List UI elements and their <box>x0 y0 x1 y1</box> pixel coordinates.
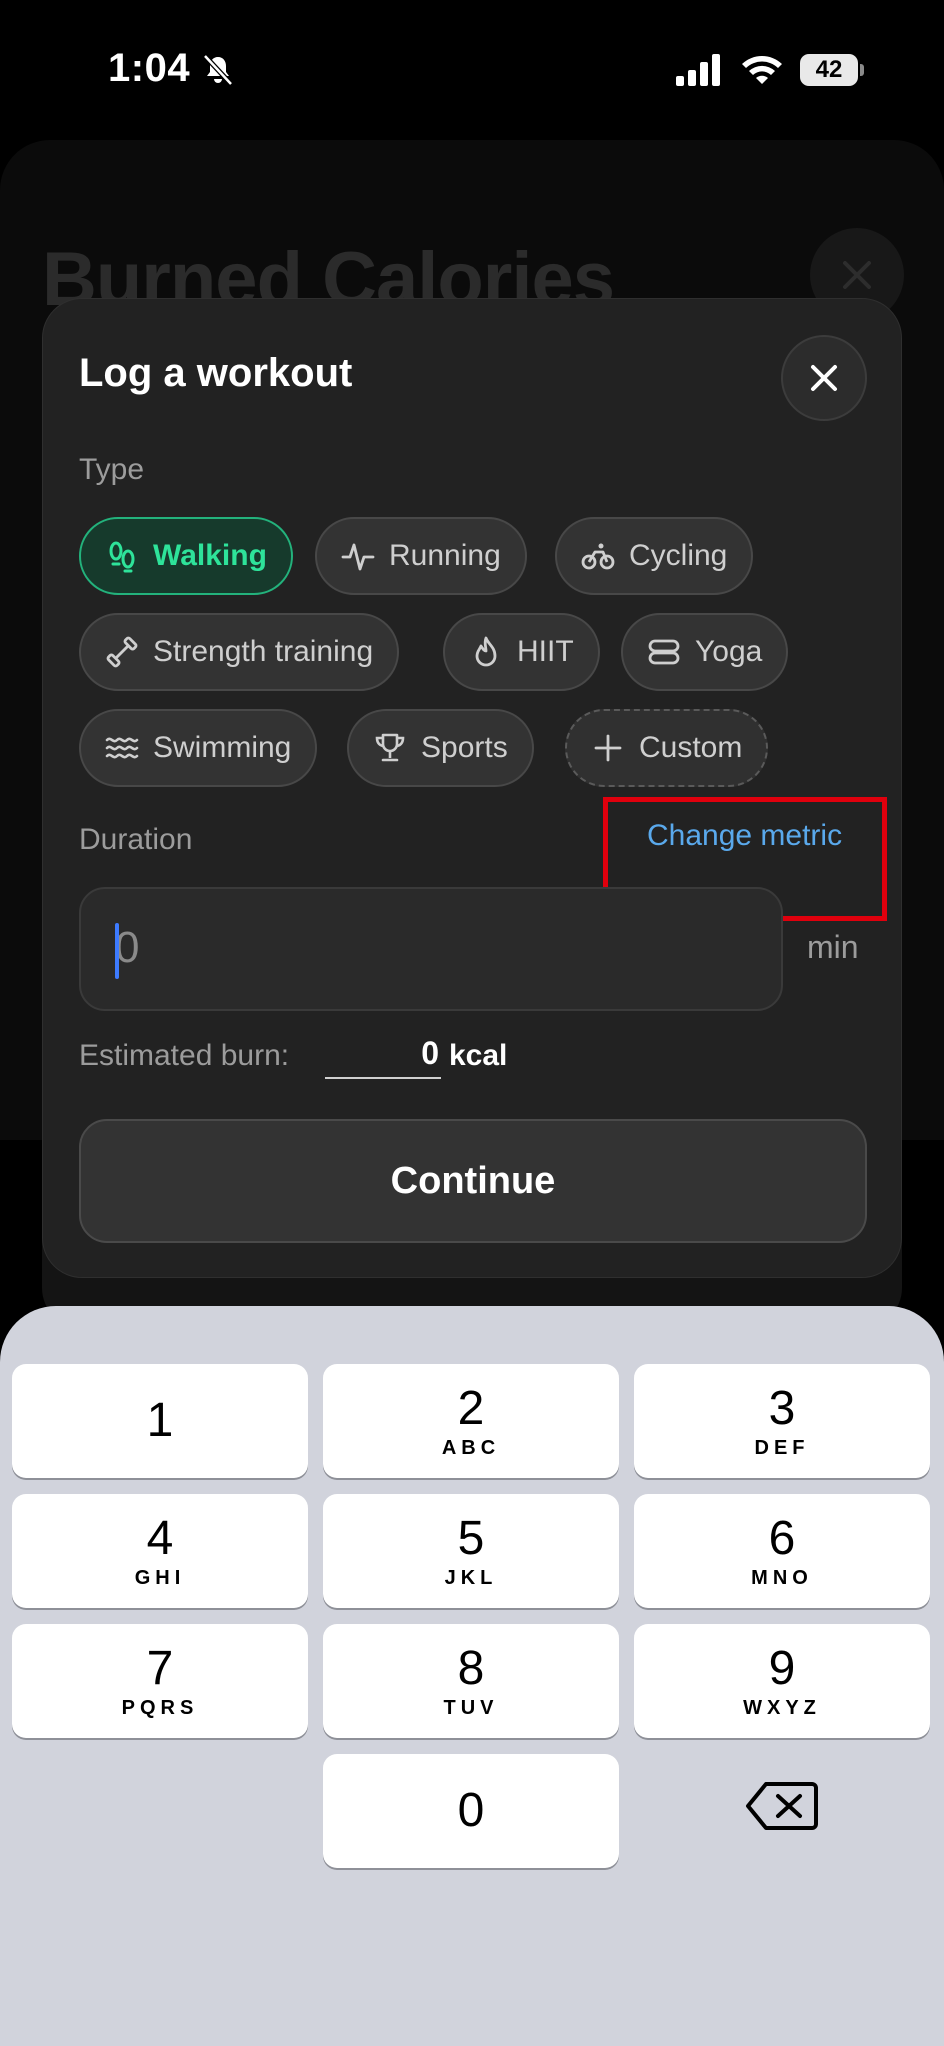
cellular-signal-icon <box>676 54 720 86</box>
bell-muted-icon <box>203 54 233 86</box>
key-letters: WXYZ <box>743 1696 821 1719</box>
key-letters: DEF <box>754 1436 810 1459</box>
plus-icon <box>594 734 622 762</box>
modal-title: Log a workout <box>79 351 353 395</box>
key-digit: 2 <box>457 1381 485 1435</box>
key-letters: MNO <box>751 1566 813 1589</box>
key-5[interactable]: 5 JKL <box>323 1494 619 1608</box>
close-icon <box>843 261 871 289</box>
key-digit: 0 <box>457 1784 485 1837</box>
key-letters: ABC <box>441 1436 501 1459</box>
backspace-icon[interactable] <box>744 1778 820 1834</box>
key-9[interactable]: 9 WXYZ <box>634 1624 930 1738</box>
chip-label: Custom <box>639 731 743 764</box>
chip-yoga[interactable]: Yoga <box>621 613 789 691</box>
screen: 1:04 42 Burned Calories Log a workout Ty… <box>0 0 944 2046</box>
estimated-burn-value: 0 <box>325 1035 441 1079</box>
key-digit: 9 <box>768 1641 796 1695</box>
key-0[interactable]: 0 <box>323 1754 619 1868</box>
key-letters: TUV <box>443 1696 499 1719</box>
chip-sports[interactable]: Sports <box>347 709 534 787</box>
key-2[interactable]: 2 ABC <box>323 1364 619 1478</box>
numeric-keypad: 1 2 ABC 3 DEF 4 GHI 5 JKL 6 MNO 7 PQRS 8… <box>0 1306 944 2046</box>
key-8[interactable]: 8 TUV <box>323 1624 619 1738</box>
chip-label: Walking <box>153 539 267 572</box>
trophy-icon <box>375 733 405 762</box>
status-bar: 1:04 42 <box>0 0 944 140</box>
key-digit: 5 <box>457 1511 485 1565</box>
waves-icon <box>105 737 139 759</box>
chip-label: Cycling <box>629 539 728 572</box>
key-digit: 1 <box>146 1394 174 1447</box>
key-digit: 7 <box>146 1641 174 1695</box>
type-label: Type <box>79 453 145 486</box>
key-letters: PQRS <box>121 1696 199 1719</box>
key-digit: 3 <box>768 1381 796 1435</box>
pulse-icon <box>341 543 375 571</box>
key-digit: 4 <box>146 1511 174 1565</box>
log-workout-modal: Log a workout Type Walking Running Cycli… <box>42 298 902 1278</box>
chip-label: Strength training <box>153 635 374 668</box>
chip-running[interactable]: Running <box>315 517 527 595</box>
bicycle-icon <box>581 543 615 570</box>
battery-icon: 42 <box>800 54 864 86</box>
key-letters: JKL <box>444 1566 498 1589</box>
key-letters: GHI <box>134 1566 186 1589</box>
chip-walking[interactable]: Walking <box>79 517 293 595</box>
dumbbell-icon <box>106 636 138 668</box>
chip-label: Running <box>389 539 501 572</box>
chip-label: Yoga <box>695 635 763 668</box>
chip-hiit[interactable]: HIIT <box>443 613 600 691</box>
status-time: 1:04 <box>108 46 191 90</box>
estimated-burn-unit: kcal <box>449 1039 508 1072</box>
mat-icon <box>648 639 680 665</box>
key-3[interactable]: 3 DEF <box>634 1364 930 1478</box>
chip-label: HIIT <box>517 635 574 668</box>
wifi-icon <box>742 56 782 84</box>
chip-cycling[interactable]: Cycling <box>555 517 754 595</box>
chip-strength-training[interactable]: Strength training <box>79 613 400 691</box>
key-digit: 8 <box>457 1641 485 1695</box>
estimated-burn-label: Estimated burn: <box>79 1039 290 1072</box>
chip-label: Sports <box>421 731 508 764</box>
flame-icon <box>475 636 497 667</box>
duration-input[interactable]: 0 <box>79 887 783 1011</box>
duration-unit: min <box>807 929 859 965</box>
close-button[interactable] <box>781 335 867 421</box>
close-icon <box>811 365 837 391</box>
key-4[interactable]: 4 GHI <box>12 1494 308 1608</box>
chip-label: Swimming <box>153 731 292 764</box>
continue-button[interactable]: Continue <box>79 1119 867 1243</box>
chip-custom[interactable]: Custom <box>565 709 769 787</box>
chip-swimming[interactable]: Swimming <box>79 709 318 787</box>
key-1[interactable]: 1 <box>12 1364 308 1478</box>
text-cursor <box>115 923 119 979</box>
battery-level: 42 <box>800 54 858 86</box>
duration-label: Duration <box>79 823 193 856</box>
footprints-icon <box>109 541 135 573</box>
key-7[interactable]: 7 PQRS <box>12 1624 308 1738</box>
key-digit: 6 <box>768 1511 796 1565</box>
key-6[interactable]: 6 MNO <box>634 1494 930 1608</box>
